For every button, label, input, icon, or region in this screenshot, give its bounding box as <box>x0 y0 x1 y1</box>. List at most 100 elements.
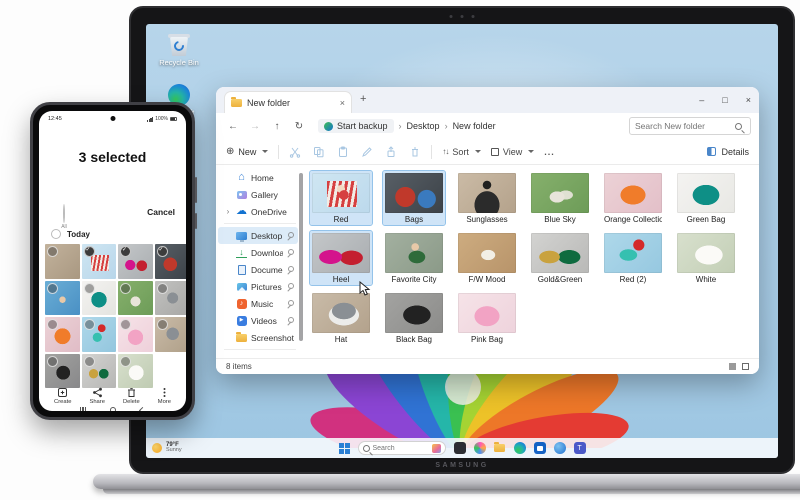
photo-item[interactable] <box>118 317 153 352</box>
weather-widget[interactable]: 79°F Sunny <box>152 442 182 454</box>
breadcrumb-start-backup[interactable]: Start backup <box>318 119 394 133</box>
taskbar-search[interactable] <box>358 441 446 455</box>
thumbnail-view-icon[interactable] <box>742 363 749 370</box>
sidebar-item-downloads[interactable]: ↓ Downloads <box>218 244 298 261</box>
sidebar-item-gallery[interactable]: Gallery <box>218 186 298 203</box>
start-button[interactable] <box>339 443 350 454</box>
desktop-icon-recycle-bin[interactable]: Recycle Bin <box>150 32 208 67</box>
sidebar-item-music[interactable]: ♪ Music <box>218 295 298 312</box>
file-item-sunglasses[interactable]: Sunglasses <box>456 171 518 225</box>
paste-icon[interactable] <box>337 146 349 158</box>
recents-button[interactable] <box>80 407 87 411</box>
home-button[interactable] <box>110 407 116 411</box>
section-today[interactable]: Today <box>51 229 90 239</box>
file-explorer-icon[interactable] <box>494 442 506 454</box>
photo-item[interactable] <box>45 281 80 316</box>
file-item-pink-bag[interactable]: Pink Bag <box>456 291 518 345</box>
file-item-red[interactable]: Red <box>310 171 372 225</box>
photo-item[interactable] <box>82 281 117 316</box>
sidebar-scrollbar[interactable] <box>299 173 303 341</box>
view-button[interactable]: View <box>491 147 534 157</box>
details-button[interactable]: Details <box>707 147 749 157</box>
photo-item[interactable] <box>118 354 153 389</box>
photo-item[interactable] <box>45 317 80 352</box>
cancel-button[interactable]: Cancel <box>147 207 175 217</box>
back-button[interactable]: ← <box>224 121 242 132</box>
teams-icon[interactable]: T <box>574 442 586 454</box>
create-icon <box>57 387 68 398</box>
sidebar-item-pictures[interactable]: Pictures <box>218 278 298 295</box>
sidebar-item-screenshots[interactable]: Screenshots <box>218 329 298 346</box>
tab-close-icon[interactable]: × <box>340 98 345 108</box>
breadcrumb-desktop[interactable]: Desktop <box>407 121 440 131</box>
explorer-tab[interactable]: New folder × <box>224 91 352 113</box>
sidebar-item-videos[interactable]: ▶ Videos <box>218 312 298 329</box>
search-input[interactable] <box>635 121 731 131</box>
file-item-favorite-city[interactable]: Favorite City <box>383 231 445 285</box>
file-item-heel[interactable]: Heel <box>310 231 372 285</box>
file-item-hat[interactable]: Hat <box>310 291 372 345</box>
delete-icon[interactable] <box>409 146 421 158</box>
share-button[interactable]: Share <box>89 387 104 405</box>
file-item-fw-mood[interactable]: F/W Mood <box>456 231 518 285</box>
item-count: 8 items <box>226 362 252 371</box>
sidebar-item-documents[interactable]: Documents <box>218 261 298 278</box>
scene: Recycle Bin Microsoft New folder × + – <box>0 0 800 500</box>
photo-item[interactable] <box>82 244 117 279</box>
photo-item[interactable] <box>155 244 187 279</box>
minimize-button[interactable]: – <box>699 95 704 105</box>
sidebar-item-onedrive[interactable]: › ☁ OneDrive <box>218 203 298 220</box>
forward-button[interactable]: → <box>246 121 264 132</box>
photo-item[interactable] <box>82 354 117 389</box>
new-tab-button[interactable]: + <box>360 93 366 105</box>
copy-icon[interactable] <box>313 146 325 158</box>
webcam <box>450 15 475 18</box>
copilot-icon[interactable] <box>474 442 486 454</box>
taskbar-search-input[interactable] <box>373 445 425 452</box>
cut-icon[interactable] <box>289 146 301 158</box>
photo-item[interactable] <box>155 317 187 352</box>
select-all-checkbox[interactable] <box>63 204 65 223</box>
more-button[interactable]: More <box>158 387 171 405</box>
breadcrumb-new-folder[interactable]: New folder <box>453 121 496 131</box>
file-item-gold-green[interactable]: Gold&Green <box>529 231 591 285</box>
close-button[interactable]: × <box>746 95 751 105</box>
up-button[interactable]: ↑ <box>268 121 286 132</box>
refresh-button[interactable]: ↻ <box>290 121 308 132</box>
sidebar-item-desktop[interactable]: Desktop <box>218 227 298 244</box>
today-checkbox[interactable] <box>51 229 61 239</box>
file-item-green-bag[interactable]: Green Bag <box>675 171 737 225</box>
file-item-bags[interactable]: Bags <box>383 171 445 225</box>
copilot-app-icon[interactable] <box>554 442 566 454</box>
status-bar: 8 items <box>216 358 759 374</box>
sidebar-item-home[interactable]: ⌂ Home <box>218 169 298 186</box>
photo-item[interactable] <box>118 244 153 279</box>
list-view-icon[interactable] <box>729 363 736 370</box>
photo-item[interactable] <box>45 244 80 279</box>
sort-button[interactable]: ↑↓ Sort <box>442 147 481 157</box>
file-item-orange-collection[interactable]: Orange Collection <box>602 171 664 225</box>
new-button[interactable]: ⊕ New <box>226 146 268 157</box>
maximize-button[interactable]: □ <box>722 95 727 105</box>
create-button[interactable]: Create <box>54 387 71 405</box>
file-item-black-bag[interactable]: Black Bag <box>383 291 445 345</box>
photo-item[interactable] <box>45 354 80 389</box>
chevron-right-icon[interactable]: › <box>224 207 232 216</box>
section-label: Today <box>67 230 90 239</box>
share-icon[interactable] <box>385 146 397 158</box>
sun-icon <box>152 443 162 453</box>
edge-icon[interactable] <box>514 442 526 454</box>
delete-button[interactable]: Delete <box>123 387 140 405</box>
select-all[interactable]: All <box>51 205 77 230</box>
file-item-white[interactable]: White <box>675 231 737 285</box>
microsoft-store-icon[interactable] <box>534 442 546 454</box>
file-item-blue-sky[interactable]: Blue Sky <box>529 171 591 225</box>
file-item-red-2[interactable]: Red (2) <box>602 231 664 285</box>
photo-item[interactable] <box>155 281 187 316</box>
back-button[interactable] <box>139 406 146 411</box>
photo-item[interactable] <box>82 317 117 352</box>
rename-icon[interactable] <box>361 146 373 158</box>
see-more-button[interactable]: ... <box>544 147 555 157</box>
photo-item[interactable] <box>118 281 153 316</box>
phone-link-icon[interactable] <box>454 442 466 454</box>
